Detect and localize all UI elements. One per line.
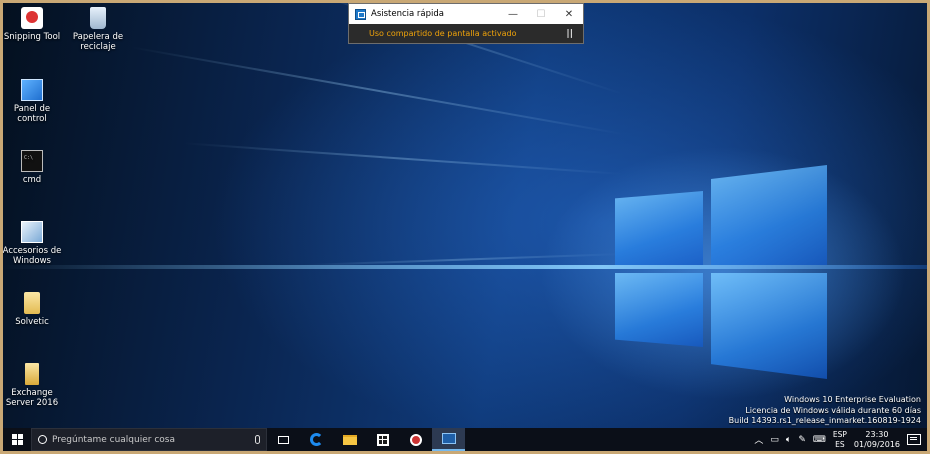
snipping-tool-taskbar-button[interactable]: [399, 428, 432, 451]
quick-assist-icon: [355, 8, 366, 20]
store-button[interactable]: [366, 428, 399, 451]
pause-button[interactable]: ||: [566, 29, 573, 39]
keyboard-layout-code: ES: [835, 439, 845, 449]
accessories-icon: [21, 221, 43, 243]
document-icon: [25, 363, 39, 385]
cmd-icon: [21, 150, 43, 172]
snipping-tool-icon: [21, 7, 43, 29]
edge-icon: [310, 433, 323, 446]
desktop-icon-snipping-tool[interactable]: Snipping Tool: [3, 7, 63, 42]
clock-time: 23:30: [865, 429, 889, 439]
desktop-icon-label: Snipping Tool: [3, 32, 61, 42]
screen-sharing-status: Uso compartido de pantalla activado ||: [349, 24, 583, 43]
task-view-button[interactable]: [267, 428, 300, 451]
watermark-line: Build 14393.rs1_release_inmarket.160819-…: [728, 416, 921, 425]
minimize-button[interactable]: —: [499, 4, 527, 24]
desktop[interactable]: Snipping Tool Papelera de reciclaje Pane…: [3, 3, 927, 428]
taskbar: Pregúntame cualquier cosa ︿ ▭ 🔈︎ ✎ ⌨︎ ES…: [3, 428, 927, 451]
wallpaper-ray: [130, 46, 624, 135]
control-panel-icon: [21, 79, 43, 101]
desktop-icon-label: Accesorios de Windows: [3, 246, 62, 266]
edge-button[interactable]: [300, 428, 333, 451]
language-code: ESP: [832, 430, 847, 439]
window-title: Asistencia rápida: [371, 9, 444, 19]
file-explorer-icon: [342, 434, 357, 445]
status-text: Uso compartido de pantalla activado: [369, 29, 517, 38]
quick-assist-taskbar-button[interactable]: [432, 428, 465, 451]
show-hidden-icons-chevron-icon[interactable]: ︿: [754, 433, 763, 446]
folder-icon: [24, 292, 40, 314]
file-explorer-button[interactable]: [333, 428, 366, 451]
cortana-icon: [38, 435, 47, 444]
desktop-icon-exchange-server[interactable]: Exchange Server 2016: [3, 363, 63, 408]
snipping-tool-icon: [409, 433, 422, 446]
wallpaper-pane: [615, 191, 703, 265]
desktop-icon-cmd[interactable]: cmd: [3, 150, 63, 185]
start-button[interactable]: [3, 428, 31, 451]
desktop-icon-label: cmd: [22, 175, 42, 185]
store-icon: [376, 433, 389, 446]
watermark-line: Windows 10 Enterprise Evaluation: [784, 395, 921, 404]
task-view-icon: [278, 435, 289, 444]
search-placeholder: Pregúntame cualquier cosa: [52, 434, 175, 445]
quick-assist-titlebar[interactable]: Asistencia rápida — ☐ ✕: [349, 4, 583, 24]
quick-assist-icon: [441, 433, 456, 444]
cortana-search-box[interactable]: Pregúntame cualquier cosa: [31, 428, 267, 451]
clock[interactable]: 23:30 01/09/2016: [854, 430, 900, 450]
system-tray: ︿ ▭ 🔈︎ ✎ ⌨︎ ESP ES 23:30 01/09/2016: [754, 430, 927, 450]
wallpaper-ray: [184, 142, 624, 175]
close-button[interactable]: ✕: [555, 4, 583, 24]
evaluation-watermark: Windows 10 Enterprise Evaluation Licenci…: [729, 395, 921, 427]
desktop-icon-accessories[interactable]: Accesorios de Windows: [3, 221, 63, 266]
clock-date: 01/09/2016: [853, 439, 900, 449]
network-icon[interactable]: ▭: [770, 435, 779, 445]
wallpaper-pane: [711, 273, 827, 379]
wallpaper-pane: [615, 273, 703, 347]
quick-assist-window[interactable]: Asistencia rápida — ☐ ✕ Uso compartido d…: [348, 3, 584, 44]
microphone-icon[interactable]: [255, 435, 260, 444]
desktop-icon-label: Exchange Server 2016: [5, 388, 59, 408]
desktop-icon-label: Papelera de reciclaje: [72, 32, 124, 52]
input-language[interactable]: ESP ES: [833, 430, 847, 449]
wallpaper-pane: [711, 165, 827, 265]
windows-logo-icon: [11, 434, 23, 445]
desktop-icon-label: Solvetic: [15, 317, 49, 327]
volume-icon[interactable]: 🔈︎: [786, 435, 791, 445]
pen-icon[interactable]: ✎: [798, 435, 806, 445]
desktop-icon-control-panel[interactable]: Panel de control: [3, 79, 63, 124]
desktop-icon-recycle-bin[interactable]: Papelera de reciclaje: [67, 7, 129, 52]
recycle-bin-icon: [90, 7, 106, 29]
action-center-icon[interactable]: [907, 434, 921, 445]
wallpaper-horizon: [3, 265, 927, 269]
watermark-line: Licencia de Windows válida durante 60 dí…: [745, 405, 921, 415]
desktop-icon-label: Panel de control: [13, 104, 51, 124]
maximize-button[interactable]: ☐: [527, 4, 555, 24]
desktop-icon-solvetic[interactable]: Solvetic: [3, 292, 63, 327]
keyboard-icon[interactable]: ⌨︎: [813, 435, 826, 445]
